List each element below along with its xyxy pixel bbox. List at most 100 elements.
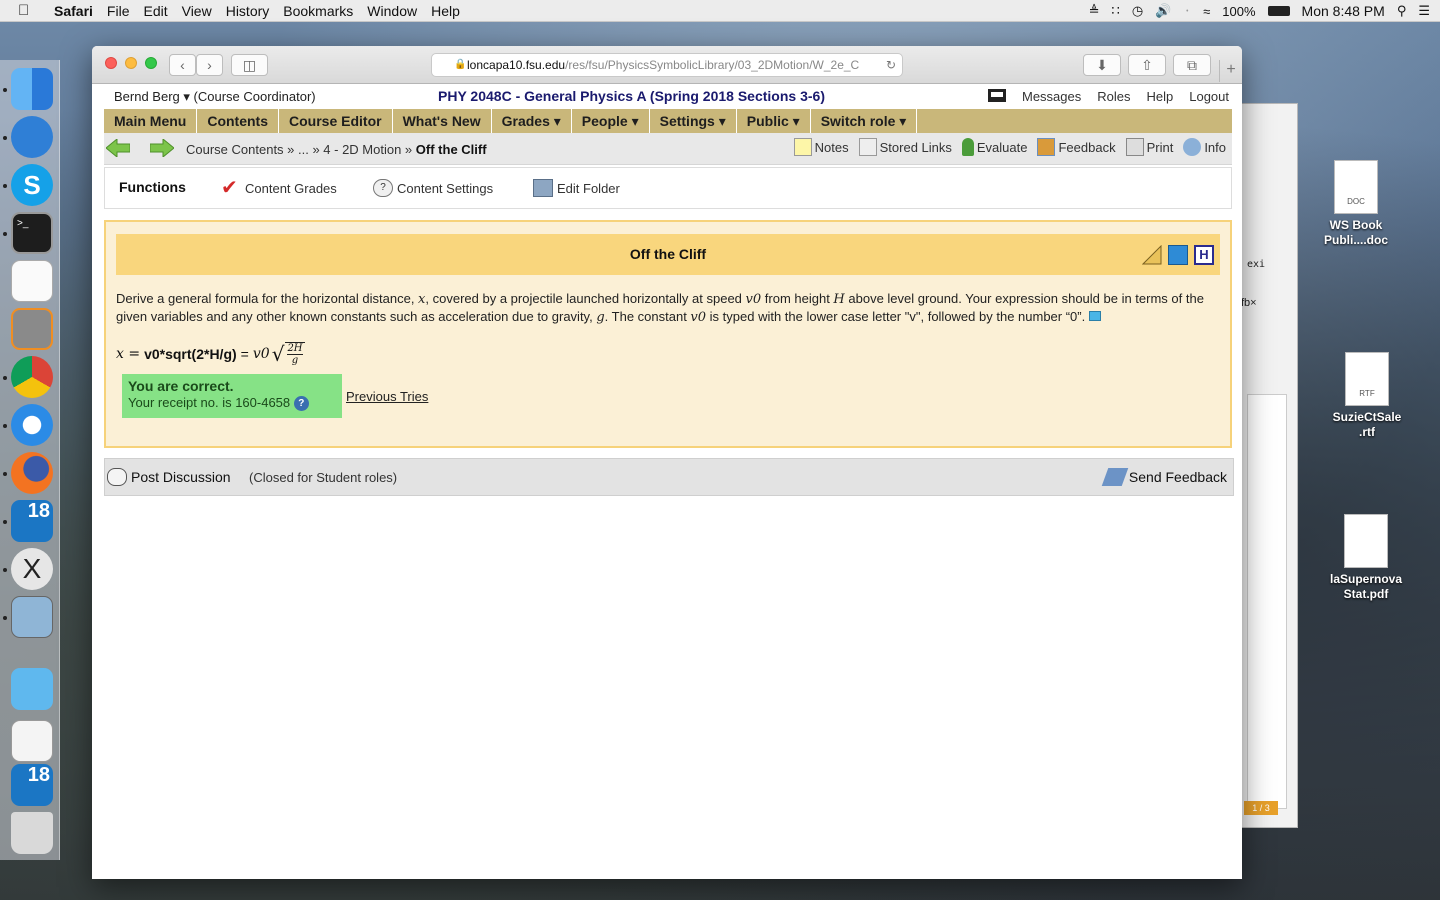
firefox-icon[interactable] bbox=[11, 452, 53, 494]
background-window[interactable]: exi fb× 1 / 3 bbox=[1238, 103, 1298, 828]
wifi-icon[interactable]: ≈ bbox=[1203, 4, 1210, 19]
discussion-icon bbox=[107, 468, 127, 486]
settings-icon: ? bbox=[373, 179, 393, 197]
content-settings-link[interactable]: ? Content Settings bbox=[373, 179, 493, 197]
close-window-button[interactable] bbox=[105, 57, 117, 69]
logout-link[interactable]: Logout bbox=[1189, 89, 1229, 104]
menu-app-name[interactable]: Safari bbox=[54, 3, 93, 19]
desktop-icon-ws-book[interactable]: DOC WS Book Publi....doc bbox=[1311, 160, 1401, 248]
airplay-icon[interactable]: ≜ bbox=[1089, 3, 1100, 19]
function-label: Edit Folder bbox=[557, 180, 620, 196]
html-editor-icon[interactable]: H bbox=[1194, 245, 1214, 265]
menu-settings[interactable]: Settings ▾ bbox=[650, 109, 737, 133]
menu-people[interactable]: People ▾ bbox=[572, 109, 650, 133]
menu-contents[interactable]: Contents bbox=[197, 109, 280, 133]
preview-icon[interactable] bbox=[11, 596, 53, 638]
post-discussion-link[interactable]: Post Discussion bbox=[131, 469, 231, 485]
chrome-icon[interactable] bbox=[11, 356, 53, 398]
menu-edit[interactable]: Edit bbox=[143, 3, 167, 19]
zoom-window-button[interactable] bbox=[145, 57, 157, 69]
messages-link[interactable]: Messages bbox=[1022, 89, 1081, 104]
menu-history[interactable]: History bbox=[226, 3, 270, 19]
forward-button[interactable]: › bbox=[196, 54, 223, 76]
share-button[interactable]: ⇧ bbox=[1128, 54, 1166, 76]
skype-icon[interactable]: S bbox=[11, 164, 53, 206]
battery-percent[interactable]: 100% bbox=[1222, 4, 1255, 19]
desktop-icon-suzie[interactable]: RTF SuzieCtSale .rtf bbox=[1322, 352, 1412, 440]
menu-help[interactable]: Help bbox=[431, 3, 460, 19]
new-tab-button[interactable]: + bbox=[1219, 60, 1242, 82]
spotlight-icon[interactable]: ⚲ bbox=[1397, 3, 1407, 19]
notes-tool[interactable]: Notes bbox=[793, 138, 849, 156]
downloads-button[interactable]: ⬇ bbox=[1083, 54, 1121, 76]
menu-grades[interactable]: Grades ▾ bbox=[492, 109, 572, 133]
document-icon[interactable] bbox=[11, 720, 53, 762]
back-button[interactable]: ‹ bbox=[169, 54, 196, 76]
stored-links-tool[interactable]: Stored Links bbox=[858, 138, 952, 156]
clock[interactable]: Mon 8:48 PM bbox=[1302, 3, 1385, 19]
mail-icon[interactable] bbox=[11, 116, 53, 158]
menu-window[interactable]: Window bbox=[367, 3, 417, 19]
extension-icon[interactable]: ∷ bbox=[1112, 3, 1120, 19]
folder-icon[interactable] bbox=[11, 668, 53, 710]
mail-check-icon[interactable] bbox=[1168, 245, 1188, 265]
finder-icon[interactable] bbox=[11, 68, 53, 110]
send-feedback-label: Send Feedback bbox=[1128, 469, 1227, 485]
ruler-icon[interactable] bbox=[1142, 245, 1162, 265]
volume-icon[interactable]: 🔊 bbox=[1155, 3, 1171, 19]
help-icon[interactable]: ? bbox=[293, 396, 309, 412]
calculator-icon[interactable] bbox=[11, 308, 53, 350]
menu-public[interactable]: Public ▾ bbox=[737, 109, 811, 133]
bluetooth-icon[interactable]: ᛫ bbox=[1183, 4, 1191, 19]
download-icon: ⬇ bbox=[1096, 57, 1108, 73]
notification-center-icon[interactable]: ☰ bbox=[1418, 3, 1430, 19]
sidebar-button[interactable]: ◫ bbox=[231, 54, 268, 76]
previous-arrow-icon[interactable] bbox=[106, 139, 130, 157]
breadcrumb-path[interactable]: Course Contents » ... » 4 - 2D Motion » bbox=[186, 142, 412, 157]
bg-window-document bbox=[1247, 394, 1287, 809]
textedit-icon[interactable] bbox=[11, 260, 53, 302]
bg-window-text: exi bbox=[1247, 259, 1266, 270]
safari-icon[interactable] bbox=[11, 404, 53, 446]
content-grades-link[interactable]: ✔ Content Grades bbox=[221, 178, 337, 198]
print-tool[interactable]: Print bbox=[1125, 138, 1173, 156]
send-feedback-link[interactable]: Send Feedback bbox=[1101, 468, 1227, 486]
problem-text-part: Derive a general formula for the horizon… bbox=[116, 291, 419, 306]
info-tool[interactable]: Info bbox=[1183, 138, 1226, 156]
next-arrow-icon[interactable] bbox=[150, 139, 174, 157]
math-var: H bbox=[833, 292, 845, 307]
reload-icon[interactable]: ↻ bbox=[886, 54, 896, 76]
breadcrumb: Course Contents » ... » 4 - 2D Motion » … bbox=[186, 142, 487, 157]
menu-view[interactable]: View bbox=[182, 3, 212, 19]
user-menu[interactable]: Bernd Berg ▾ (Course Coordinator) bbox=[114, 89, 316, 105]
laptop-icon[interactable] bbox=[987, 89, 1006, 102]
terminal-icon[interactable]: >_ bbox=[11, 212, 53, 254]
evaluate-tool[interactable]: Evaluate bbox=[961, 138, 1027, 156]
battery-icon[interactable] bbox=[1267, 6, 1290, 16]
menu-main-menu[interactable]: Main Menu bbox=[104, 109, 198, 133]
calendar-18-icon[interactable]: 18 bbox=[11, 500, 53, 542]
menu-switch-role[interactable]: Switch role ▾ bbox=[811, 109, 918, 133]
menu-whats-new[interactable]: What's New bbox=[393, 109, 492, 133]
address-bar[interactable]: 🔒 loncapa10.fsu.edu/res/fsu/PhysicsSymbo… bbox=[431, 53, 903, 77]
trash-icon[interactable] bbox=[11, 812, 53, 854]
comment-icon[interactable] bbox=[1088, 311, 1101, 321]
minimize-window-button[interactable] bbox=[125, 57, 137, 69]
bg-window-text: fb× bbox=[1241, 297, 1257, 309]
menu-course-editor[interactable]: Course Editor bbox=[279, 109, 393, 133]
apple-icon[interactable]:  bbox=[18, 2, 40, 19]
feedback-tool[interactable]: Feedback bbox=[1037, 138, 1116, 156]
roles-link[interactable]: Roles bbox=[1097, 89, 1130, 104]
help-link[interactable]: Help bbox=[1146, 89, 1173, 104]
x11-icon[interactable]: X bbox=[11, 548, 53, 590]
previous-tries-link[interactable]: Previous Tries bbox=[346, 389, 428, 404]
chevron-right-icon: › bbox=[207, 57, 212, 73]
edit-folder-link[interactable]: Edit Folder bbox=[533, 179, 620, 197]
calendar-18-icon[interactable]: 18 bbox=[11, 764, 53, 806]
menu-bookmarks[interactable]: Bookmarks bbox=[283, 3, 353, 19]
desktop-icon-supernova[interactable]: laSupernova Stat.pdf bbox=[1321, 514, 1411, 602]
user-role: (Course Coordinator) bbox=[193, 89, 316, 104]
menu-file[interactable]: File bbox=[107, 3, 130, 19]
tabs-overview-button[interactable]: ⧉ bbox=[1173, 54, 1211, 76]
time-machine-icon[interactable]: ◷ bbox=[1132, 3, 1143, 19]
